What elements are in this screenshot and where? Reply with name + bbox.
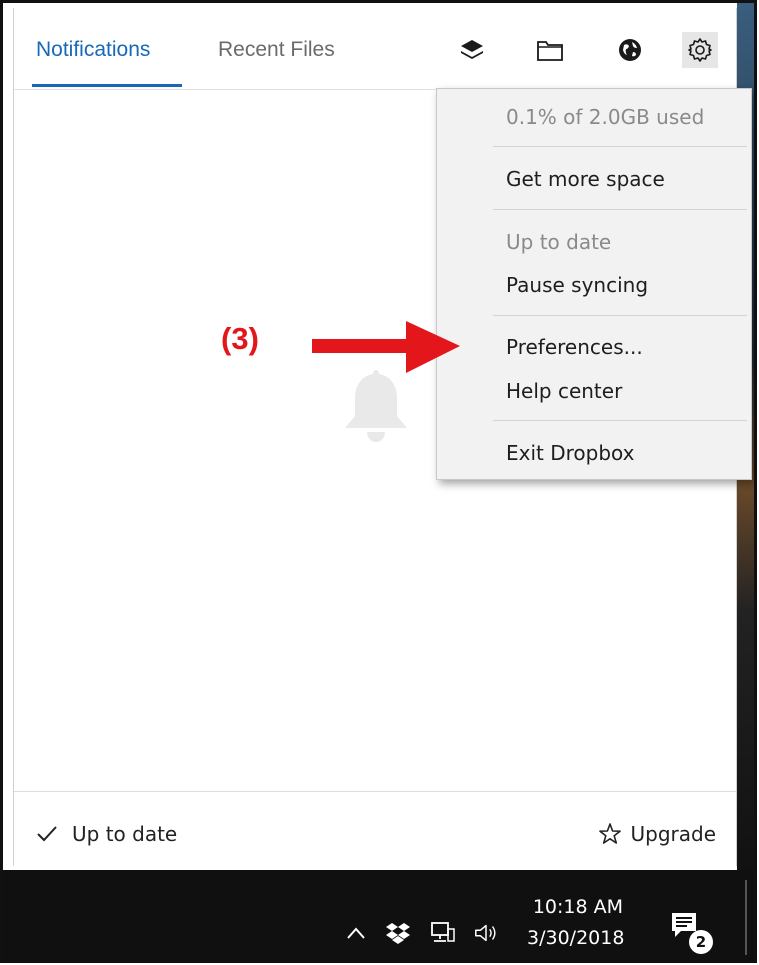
menu-divider [493, 146, 747, 147]
upgrade-button[interactable]: Upgrade [598, 822, 716, 846]
header-bar: Notifications Recent Files [14, 8, 736, 90]
taskbar-clock[interactable]: 10:18 AM 3/30/2018 [527, 892, 625, 954]
get-more-space-item[interactable]: Get more space [506, 167, 665, 191]
tab-recent-files[interactable]: Recent Files [218, 38, 335, 62]
network-icon[interactable] [429, 920, 455, 946]
dropbox-tray-icon[interactable] [385, 920, 411, 946]
windows-taskbar: 10:18 AM 3/30/2018 2 [3, 870, 754, 960]
show-desktop-edge[interactable] [745, 880, 747, 955]
screenshot-frame: Notifications Recent Files Up to date Up… [0, 0, 757, 963]
bell-icon [345, 370, 407, 442]
help-center-item[interactable]: Help center [506, 379, 622, 403]
folder-icon[interactable] [532, 32, 568, 68]
menu-divider [493, 209, 747, 210]
pause-syncing-item[interactable]: Pause syncing [506, 273, 648, 297]
clock-date: 3/30/2018 [527, 927, 625, 949]
star-icon [599, 823, 622, 844]
chevron-up-icon[interactable] [343, 920, 369, 946]
globe-icon[interactable] [612, 32, 648, 68]
action-center-button[interactable]: 2 [669, 910, 719, 958]
menu-divider [493, 420, 747, 421]
clock-time: 10:18 AM [532, 896, 623, 918]
storage-usage: 0.1% of 2.0GB used [506, 105, 705, 129]
exit-dropbox-item[interactable]: Exit Dropbox [506, 441, 635, 465]
gear-icon[interactable] [682, 32, 718, 68]
active-tab-indicator [32, 84, 182, 87]
settings-menu: 0.1% of 2.0GB used Get more space Up to … [436, 88, 752, 480]
layers-icon[interactable] [454, 32, 490, 68]
volume-icon[interactable] [473, 920, 499, 946]
check-icon [37, 826, 57, 842]
step-annotation-label: (3) [221, 321, 259, 356]
preferences-item[interactable]: Preferences... [506, 335, 643, 359]
footer-bar: Up to date Upgrade [14, 791, 736, 866]
sync-status-label: Up to date [72, 822, 178, 846]
upgrade-label: Upgrade [630, 822, 716, 846]
tab-notifications[interactable]: Notifications [36, 38, 150, 62]
sync-status: Up to date [36, 822, 177, 846]
menu-divider [493, 315, 747, 316]
sync-status-item: Up to date [506, 230, 612, 254]
annotation-arrow-icon [312, 321, 460, 373]
notification-count-badge: 2 [689, 930, 713, 954]
